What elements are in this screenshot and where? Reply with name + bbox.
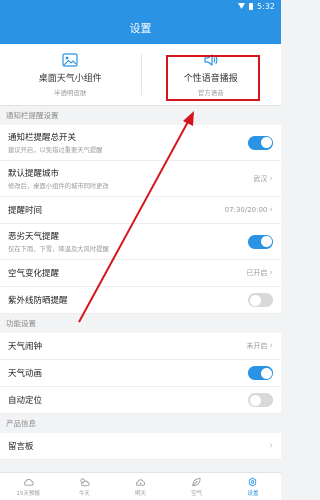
guestbook-row[interactable]: 留言板 › xyxy=(0,433,281,460)
feature-title: 桌面天气小组件 xyxy=(38,73,102,84)
section-header: 功能设置 xyxy=(0,314,281,333)
remind-time-row[interactable]: 提醒时间 07:30/20:00 › xyxy=(0,197,281,224)
feature-row: 桌面天气小组件 半透明皮肤 个性语音播报 官方语音 xyxy=(0,44,281,106)
row-description: 仅在下雨、下雪、降温及大风时提醒 xyxy=(8,246,109,253)
tab-tomorrow[interactable]: 明天 xyxy=(112,473,168,500)
battery-icon xyxy=(249,2,254,10)
chevron-right-icon: › xyxy=(269,441,273,451)
feature-subtitle: 官方语音 xyxy=(197,88,224,97)
section-header: 产品信息 xyxy=(0,414,281,433)
page-title: 设置 xyxy=(129,22,152,35)
tab-label: 空气 xyxy=(191,490,203,497)
desktop-widget-button[interactable]: 桌面天气小组件 半透明皮肤 xyxy=(0,44,141,105)
picture-icon xyxy=(62,52,78,67)
row-value: 07:30/20:00 xyxy=(224,206,268,214)
row-description: 修改后，桌面小组件的城市同时更改 xyxy=(8,183,109,190)
tab-label: 明天 xyxy=(135,490,147,497)
air-quality-row[interactable]: 空气变化提醒 已开启 › xyxy=(0,260,281,287)
row-label: 默认提醒城市 xyxy=(8,169,60,179)
row-label: 天气动画 xyxy=(8,369,43,379)
row-value: 未开启 xyxy=(246,342,268,350)
weather-animation-row[interactable]: 天气动画 xyxy=(0,360,281,387)
row-description: 建议开启，以免错过重要天气提醒 xyxy=(8,147,103,154)
section-header: 通知栏提醒设置 xyxy=(0,106,281,125)
notify-master-toggle[interactable] xyxy=(248,135,273,150)
tab-15-day[interactable]: 15天预报 xyxy=(0,473,56,500)
speaker-icon xyxy=(204,53,218,66)
voice-broadcast-button[interactable]: 个性语音播报 官方语音 xyxy=(140,44,282,105)
severe-weather-row[interactable]: 恶劣天气提醒 仅在下雨、下雪、降温及大风时提醒 xyxy=(0,224,281,260)
row-label: 提醒时间 xyxy=(8,206,43,216)
cloud-icon xyxy=(23,478,34,486)
sun-cloud-icon xyxy=(80,477,90,486)
weather-animation-toggle[interactable] xyxy=(248,366,273,380)
cloud-sun-icon xyxy=(135,478,145,486)
row-value: 已开启 xyxy=(246,269,268,277)
row-value: 武汉 xyxy=(253,174,268,183)
status-time: 5:32 xyxy=(257,1,275,11)
leaf-icon xyxy=(192,477,201,486)
row-label: 紫外线防晒提醒 xyxy=(8,296,68,306)
chevron-right-icon: › xyxy=(269,341,273,351)
notify-master-row[interactable]: 通知栏提醒总开关 建议开启，以免错过重要天气提醒 xyxy=(0,125,281,161)
tab-label: 设置 xyxy=(247,490,259,497)
bottom-tab-bar: 15天预报 今天 明天 空气 设置 xyxy=(0,472,281,500)
wifi-icon xyxy=(238,3,246,9)
title-bar: 设置 xyxy=(0,12,281,44)
tab-label: 今天 xyxy=(78,490,90,497)
row-label: 天气闹钟 xyxy=(8,342,43,352)
row-label: 恶劣天气提醒 xyxy=(8,232,60,242)
uv-row[interactable]: 紫外线防晒提醒 xyxy=(0,287,281,314)
row-label: 空气变化提醒 xyxy=(8,269,60,279)
row-label: 留言板 xyxy=(8,442,34,452)
default-city-row[interactable]: 默认提醒城市 修改后，桌面小组件的城市同时更改 武汉 › xyxy=(0,161,281,197)
tab-air[interactable]: 空气 xyxy=(169,473,225,500)
auto-locate-toggle[interactable] xyxy=(248,393,273,407)
gear-icon xyxy=(249,476,257,487)
severe-weather-toggle[interactable] xyxy=(248,234,273,249)
chevron-right-icon: › xyxy=(269,205,273,215)
uv-toggle[interactable] xyxy=(248,293,273,307)
row-label: 通知栏提醒总开关 xyxy=(8,133,77,143)
tab-today[interactable]: 今天 xyxy=(56,473,112,500)
auto-locate-row[interactable]: 自动定位 xyxy=(0,387,281,414)
tab-settings[interactable]: 设置 xyxy=(225,473,281,500)
chevron-right-icon: › xyxy=(269,173,273,184)
weather-alarm-row[interactable]: 天气闹钟 未开启 › xyxy=(0,333,281,360)
feature-title: 个性语音播报 xyxy=(183,73,238,84)
feature-subtitle: 半透明皮肤 xyxy=(54,88,87,97)
row-label: 自动定位 xyxy=(8,396,43,406)
status-bar: 5:32 xyxy=(0,0,281,12)
chevron-right-icon: › xyxy=(269,268,273,278)
tab-label: 15天预报 xyxy=(16,490,40,497)
